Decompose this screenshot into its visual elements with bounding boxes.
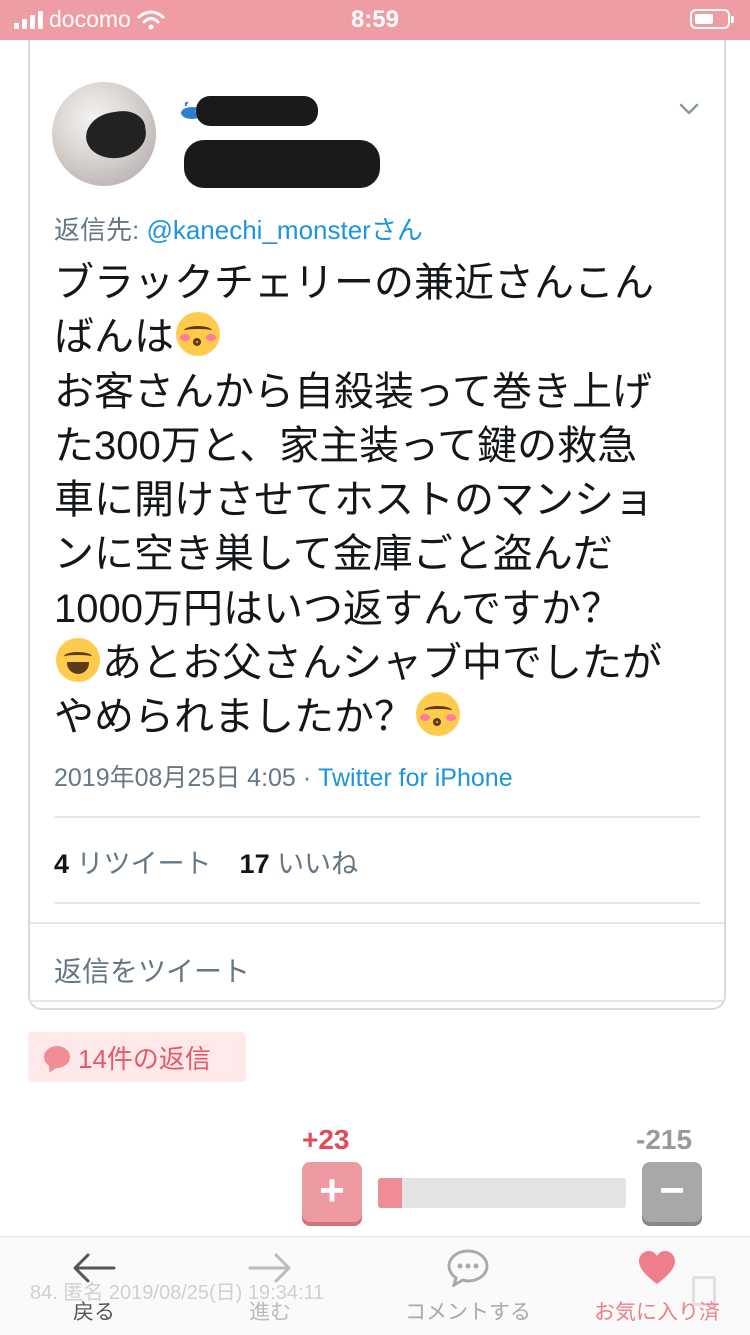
battery-icon [690, 9, 734, 29]
emoji-laughing-icon [56, 638, 100, 683]
tweet-line: 車に開けさせてホストのマンショ [54, 478, 654, 523]
status-bar: docomo 8:59 [0, 0, 750, 40]
chevron-down-icon[interactable] [678, 98, 700, 120]
redacted-username [184, 140, 380, 188]
plus-vote-button[interactable]: + [302, 1162, 362, 1222]
comment-icon [447, 1249, 489, 1287]
tweet-line: あとお父さんシャブ中でしたが [102, 641, 662, 686]
divider [30, 1000, 724, 1002]
tweet-line: やめられましたか？ [54, 695, 414, 740]
reply-to-label: 返信先: [54, 215, 147, 245]
divider [54, 816, 700, 818]
comment-label: コメントする [405, 1301, 531, 1324]
plus-vote-count: +23 [302, 1124, 350, 1155]
tweet-line: た300万と、家主装って鍵の救急 [54, 423, 638, 468]
emoji-kissing-icon [416, 692, 460, 737]
tweet-line: 1000万円はいつ返すんですか？ [54, 586, 621, 631]
minus-vote-button[interactable]: − [642, 1162, 702, 1222]
back-button[interactable]: 戻る [46, 1246, 142, 1326]
back-arrow-icon [73, 1253, 116, 1283]
retweet-label: リツイート [69, 849, 212, 879]
redacted-display-name [196, 96, 318, 126]
meta-separator: · [295, 764, 319, 792]
vote-ratio-bar [378, 1178, 626, 1208]
heart-icon [639, 1251, 675, 1284]
like-label: いいね [269, 849, 359, 879]
back-label: 戻る [73, 1301, 115, 1324]
status-time: 8:59 [350, 6, 400, 33]
minus-vote-count: -215 [636, 1124, 693, 1155]
tweet-line-with-emoji: あとお父さんシャブ中でしたが [54, 636, 704, 690]
emoji-kissing-icon [176, 312, 220, 357]
tweet-text: ブラックチェリーの兼近さんこん ばんは お客さんから自殺装って巻き上げ た300… [54, 256, 704, 745]
divider [54, 902, 700, 904]
like-count: 17 [239, 849, 270, 879]
forward-label: 進む [249, 1301, 291, 1324]
divider [30, 922, 724, 924]
forward-button[interactable]: 進む [222, 1246, 318, 1326]
speech-bubble-icon [44, 1046, 70, 1068]
tweet-source-link[interactable]: Twitter for iPhone [318, 764, 513, 792]
vote-ratio-fill [378, 1178, 403, 1208]
tweet-meta: 2019年08月25日 4:05 · Twitter for iPhone [54, 758, 513, 794]
tweet-line-with-emoji: やめられましたか？ [54, 690, 704, 744]
tweet-line: ンに空き巣して金庫ごと盗んだ [54, 532, 613, 577]
reply-to-line: 返信先: @kanechi_monsterさん [54, 210, 423, 247]
favorite-button[interactable]: お気に入り済 [590, 1246, 724, 1326]
tweet-timestamp[interactable]: 2019年08月25日 4:05 [54, 764, 296, 792]
avatar[interactable] [52, 82, 156, 186]
like-stat[interactable]: 17 いいね [240, 849, 359, 879]
reply-tweet-input[interactable]: 返信をツイート [54, 950, 250, 990]
tweet-line: ブラックチェリーの兼近さんこん [54, 261, 654, 305]
tweet-line: ばんは [54, 315, 174, 360]
tweet-line: お客さんから自殺装って巻き上げ [54, 369, 652, 414]
replies-button[interactable]: 14件の返信 [28, 1032, 246, 1082]
replies-label: 14件の返信 [78, 1043, 211, 1074]
favorite-label: お気に入り済 [594, 1301, 720, 1324]
retweet-stat[interactable]: 4 リツイート [54, 849, 212, 879]
tweet-stats: 4 リツイート 17 いいね [54, 842, 358, 881]
comment-button[interactable]: コメントする [398, 1246, 538, 1326]
tweet-line-with-emoji: ばんは [54, 310, 704, 364]
retweet-count: 4 [54, 849, 70, 879]
forward-arrow-icon [248, 1253, 291, 1283]
reply-to-handle-link[interactable]: @kanechi_monsterさん [146, 215, 422, 245]
